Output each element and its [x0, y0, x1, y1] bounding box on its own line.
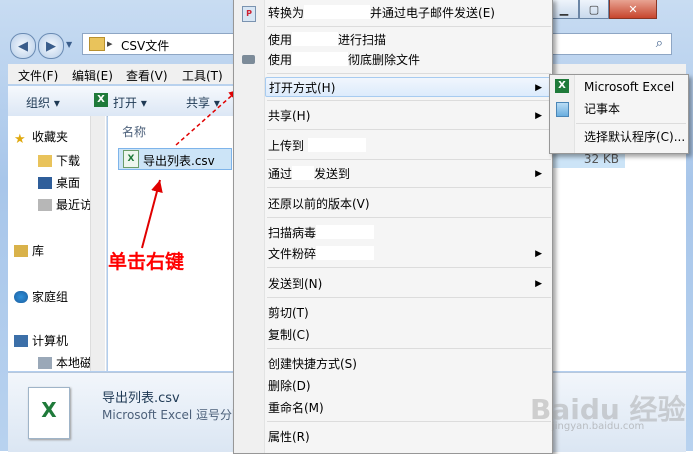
virus-scan-label: 扫描病毒	[268, 226, 317, 240]
menu-item-rename[interactable]: 重命名(M)	[268, 398, 550, 418]
shred-suffix: 彻底删除文件	[348, 53, 421, 67]
submenu-arrow-icon: ▶	[535, 169, 542, 179]
separator	[267, 73, 551, 74]
context-menu-gutter	[234, 0, 265, 453]
menu-item-upload-to[interactable]: 上传到	[268, 136, 550, 156]
redacted-block	[308, 138, 367, 152]
menu-item-scan-virus[interactable]: 扫描病毒	[268, 223, 550, 243]
menu-item-delete[interactable]: 删除(D)	[268, 376, 550, 396]
rename-label: 重命名(M)	[268, 401, 324, 415]
redacted-block	[316, 225, 375, 239]
notepad-icon	[556, 102, 569, 117]
menu-item-send-via[interactable]: 通过 发送到 ▶	[268, 164, 550, 184]
annotation-arrow-up	[141, 179, 163, 249]
shred-prefix: 使用	[268, 53, 293, 67]
submenu-item-excel[interactable]: Microsoft Excel	[584, 77, 674, 97]
send-to-label: 发送到(N)	[268, 277, 323, 291]
menu-item-convert-email[interactable]: P 转换为 并通过电子邮件发送(E)	[242, 3, 550, 23]
open-with-label: 打开方式(H)	[269, 81, 336, 95]
restore-label: 还原以前的版本(V)	[268, 197, 370, 211]
pdf-mail-icon: P	[242, 6, 256, 22]
submenu-item-choose-default[interactable]: 选择默认程序(C)...	[584, 127, 685, 147]
file-shredder-label: 文件粉碎	[268, 247, 317, 261]
context-menu: P 转换为 并通过电子邮件发送(E) 使用 进行扫描 使用 彻底删除文件 打开方式(H…	[233, 0, 553, 454]
menu-item-open-with[interactable]: 打开方式(H) ▶	[265, 77, 551, 97]
menu-item-shred-with[interactable]: 使用 彻底删除文件	[242, 50, 550, 70]
menu-item-restore-previous[interactable]: 还原以前的版本(V)	[268, 194, 550, 214]
submenu-item-notepad[interactable]: 记事本	[584, 99, 620, 119]
separator	[267, 159, 551, 160]
separator	[267, 129, 551, 130]
convert-suffix: 并通过电子邮件发送(E)	[370, 6, 495, 20]
create-shortcut-label: 创建快捷方式(S)	[268, 357, 357, 371]
separator	[267, 348, 551, 349]
submenu-arrow-icon: ▶	[535, 249, 542, 259]
cut-label: 剪切(T)	[268, 306, 309, 320]
separator	[267, 100, 551, 101]
redacted-block	[292, 52, 349, 66]
properties-label: 属性(R)	[268, 430, 310, 444]
annotation-arrow-to-menu	[175, 89, 239, 146]
menu-item-file-shredder[interactable]: 文件粉碎 ▶	[268, 244, 550, 264]
share-label: 共享(H)	[268, 109, 311, 123]
send-via-prefix: 通过	[268, 167, 293, 181]
separator	[267, 187, 551, 188]
redacted-block	[304, 5, 371, 19]
delete-label: 删除(D)	[268, 379, 311, 393]
menu-item-copy[interactable]: 复制(C)	[268, 325, 550, 345]
menu-item-share[interactable]: 共享(H) ▶	[268, 106, 550, 126]
separator	[267, 267, 551, 268]
submenu-arrow-icon: ▶	[535, 279, 542, 289]
upload-label: 上传到	[268, 139, 305, 153]
menu-item-send-to[interactable]: 发送到(N) ▶	[268, 274, 550, 294]
scan-suffix: 进行扫描	[338, 33, 387, 47]
shredder-icon	[242, 55, 255, 64]
menu-item-properties[interactable]: 属性(R)	[268, 427, 550, 447]
watermark-url: jingyan.baidu.com	[552, 421, 645, 432]
separator	[267, 297, 551, 298]
redacted-block	[292, 166, 315, 180]
separator	[576, 123, 686, 124]
menu-item-cut[interactable]: 剪切(T)	[268, 303, 550, 323]
menu-item-create-shortcut[interactable]: 创建快捷方式(S)	[268, 354, 550, 374]
redacted-block	[292, 32, 339, 46]
redacted-block	[316, 246, 375, 260]
menu-item-scan-with[interactable]: 使用 进行扫描	[268, 30, 550, 50]
excel-icon: X	[555, 79, 569, 93]
scan-prefix: 使用	[268, 33, 293, 47]
separator	[267, 217, 551, 218]
separator	[267, 26, 551, 27]
send-via-suffix: 发送到	[314, 167, 351, 181]
submenu-arrow-icon: ▶	[535, 83, 542, 93]
open-with-submenu: X Microsoft Excel 记事本 选择默认程序(C)...	[549, 74, 689, 154]
submenu-arrow-icon: ▶	[535, 111, 542, 121]
annotation-text: 单击右键	[108, 251, 185, 273]
convert-prefix: 转换为	[268, 6, 305, 20]
copy-label: 复制(C)	[268, 328, 310, 342]
separator	[267, 421, 551, 422]
